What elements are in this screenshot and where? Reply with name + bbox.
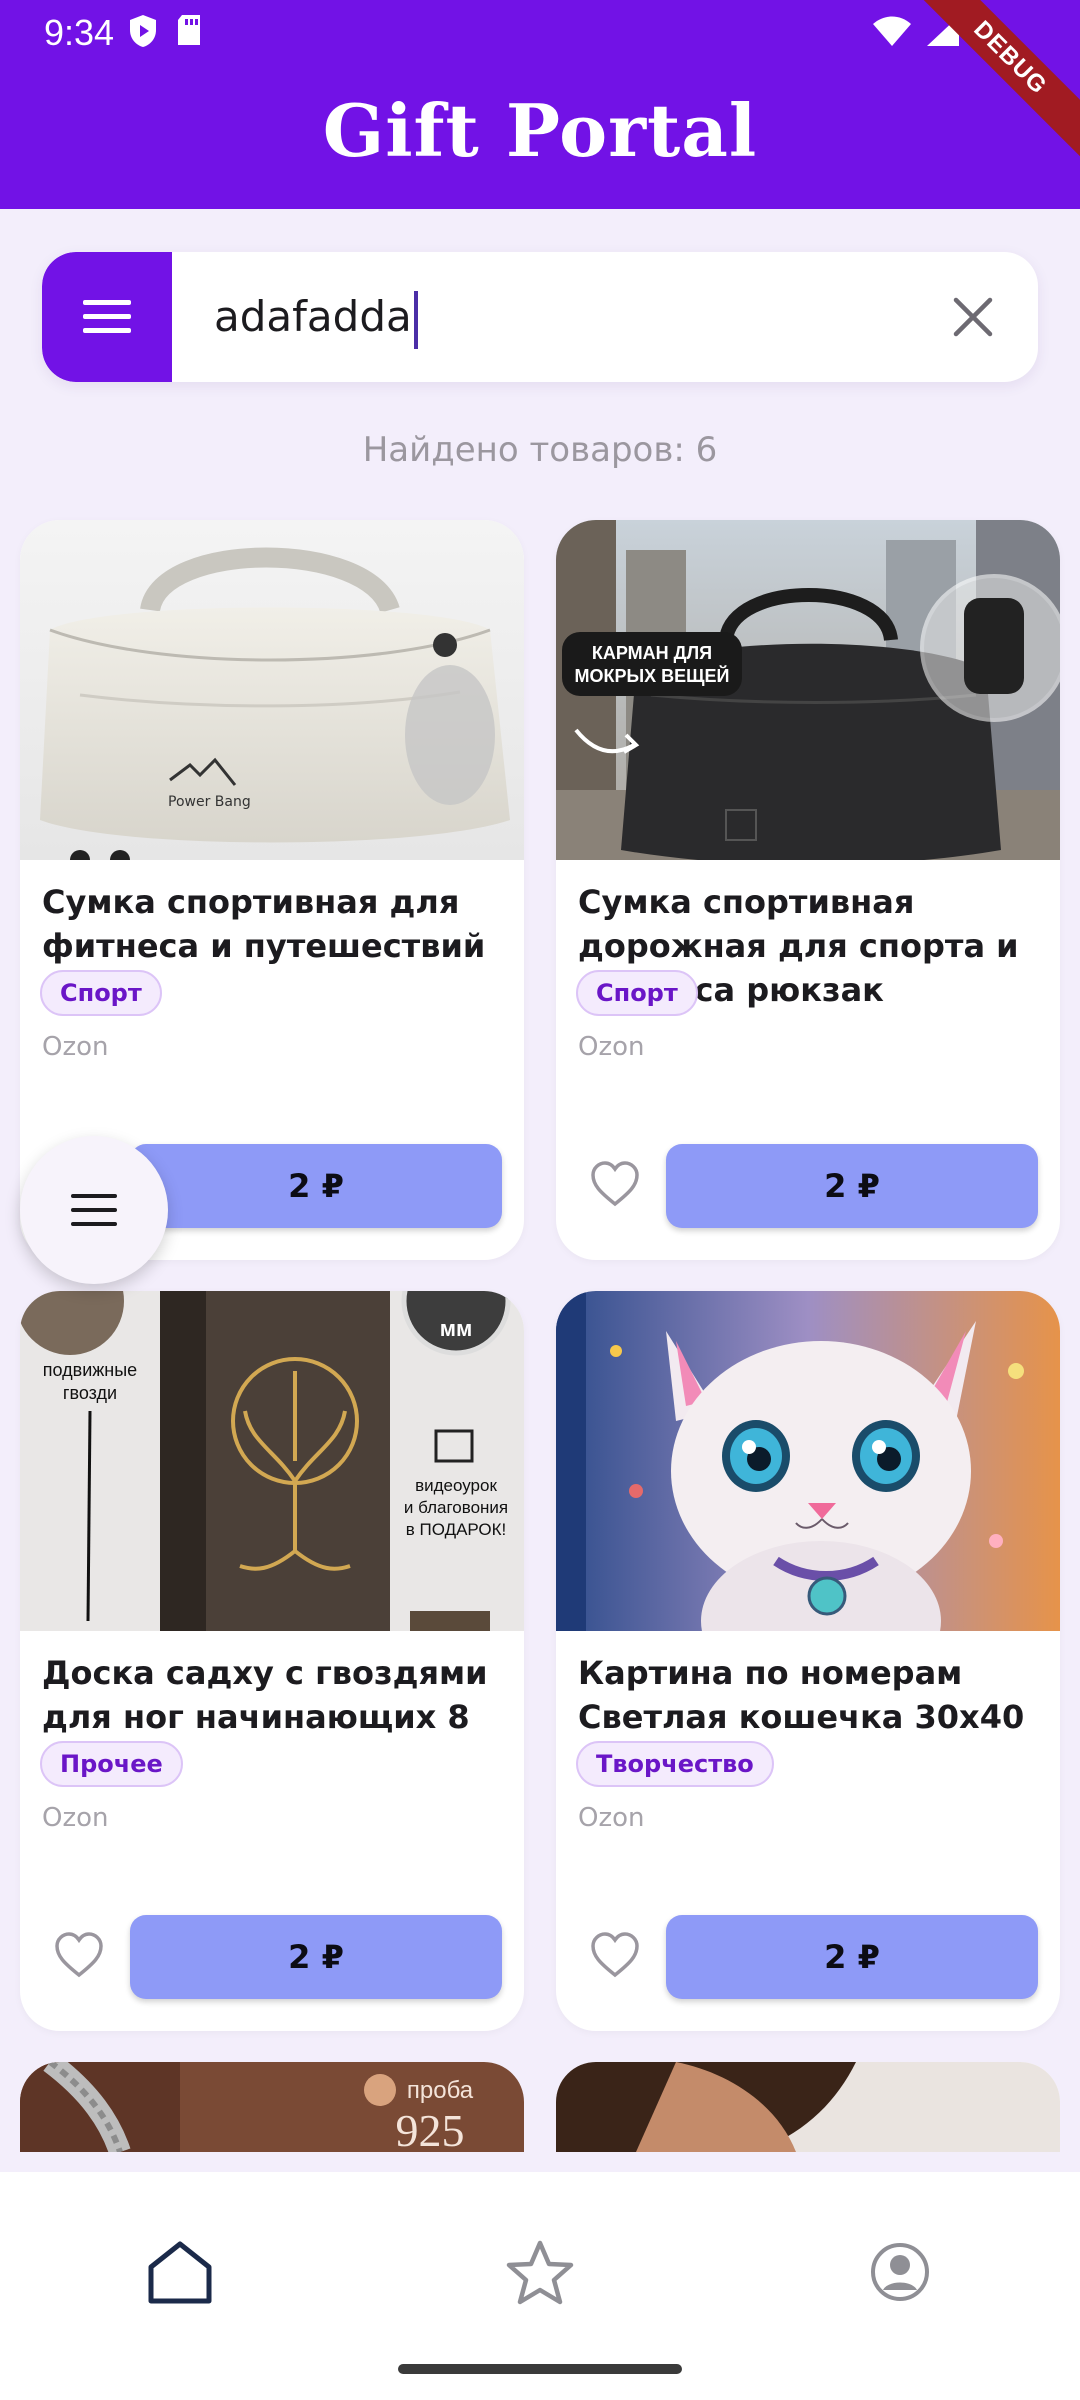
- heart-icon: [591, 1161, 639, 1207]
- product-card[interactable]: проба 925: [20, 2062, 524, 2152]
- product-card[interactable]: КАРМАН ДЛЯ МОКРЫХ ВЕЩЕЙ Сумка спортивная…: [556, 520, 1060, 1260]
- svg-text:проба: проба: [407, 2077, 474, 2104]
- clear-search-button[interactable]: [948, 292, 998, 342]
- shop-name: Ozon: [578, 1032, 645, 1062]
- svg-text:гвозди: гвозди: [63, 1383, 117, 1403]
- app-bar: 9:34 Gift Portal DEBUG: [0, 0, 1080, 209]
- category-tag: Прочее: [40, 1741, 183, 1787]
- product-image-white-sports-bag[interactable]: Power Bang: [20, 520, 524, 860]
- product-image-silver-bracelet[interactable]: проба 925: [20, 2062, 524, 2152]
- gesture-bar: [398, 2364, 682, 2374]
- shield-play-icon: [130, 15, 156, 47]
- sd-card-icon: [178, 15, 200, 45]
- menu-icon: [83, 300, 131, 333]
- shop-name: Ozon: [578, 1803, 645, 1833]
- favorite-button[interactable]: [590, 1160, 640, 1210]
- price-button[interactable]: 2 ₽: [666, 1915, 1038, 1999]
- product-image-black-travel-bag[interactable]: КАРМАН ДЛЯ МОКРЫХ ВЕЩЕЙ: [556, 520, 1060, 860]
- svg-text:КАРМАН ДЛЯ: КАРМАН ДЛЯ: [592, 643, 712, 663]
- svg-text:мм: мм: [440, 1316, 473, 1341]
- brand-mark: Power Bang: [168, 794, 251, 810]
- product-title: Картина по номерам Светлая кошечка 30х40: [578, 1654, 1025, 1736]
- heart-icon: [591, 1932, 639, 1978]
- search-bar: adafadda: [42, 252, 1038, 382]
- search-input-value: adafadda: [214, 292, 412, 341]
- shop-name: Ozon: [42, 1803, 109, 1833]
- svg-text:925: 925: [396, 2105, 465, 2152]
- price-button[interactable]: 2 ₽: [130, 1915, 502, 1999]
- heart-icon: [55, 1932, 103, 1978]
- svg-text:подвижные: подвижные: [43, 1360, 137, 1380]
- svg-text:видеоурок: видеоурок: [415, 1476, 497, 1495]
- text-cursor: [413, 290, 418, 349]
- close-icon: [953, 297, 993, 337]
- nav-profile[interactable]: [860, 2232, 940, 2312]
- profile-icon: [871, 2243, 929, 2301]
- nav-home[interactable]: [140, 2232, 220, 2312]
- favorite-button[interactable]: [590, 1931, 640, 1981]
- product-image-earring-portrait[interactable]: [556, 2062, 1060, 2152]
- wifi-icon: [873, 16, 911, 46]
- category-tag: Творчество: [576, 1741, 774, 1787]
- product-image-kitten-painting[interactable]: [556, 1291, 1060, 1631]
- menu-icon: [71, 1194, 117, 1226]
- status-icons-left: [128, 14, 202, 48]
- category-tag: Спорт: [576, 970, 698, 1016]
- product-card[interactable]: подвижные гвозди мм видеоурок и благовон…: [20, 1291, 524, 2031]
- category-tag: Спорт: [40, 970, 162, 1016]
- star-icon: [506, 2240, 574, 2305]
- results-count: Найдено товаров: 6: [362, 430, 718, 470]
- product-image-sadhu-board[interactable]: подвижные гвозди мм видеоурок и благовон…: [20, 1291, 524, 1631]
- favorite-button[interactable]: [54, 1931, 104, 1981]
- price-button[interactable]: 2 ₽: [130, 1144, 502, 1228]
- product-card[interactable]: Картина по номерам Светлая кошечка 30х40…: [556, 1291, 1060, 2031]
- menu-button[interactable]: [42, 252, 172, 382]
- product-title: Сумка спортивная для фитнеса и путешеств…: [42, 883, 486, 965]
- shop-name: Ozon: [42, 1032, 109, 1062]
- home-icon: [148, 2241, 212, 2304]
- nav-favorites[interactable]: [500, 2232, 580, 2312]
- search-input[interactable]: adafadda: [214, 284, 914, 350]
- price-button[interactable]: 2 ₽: [666, 1144, 1038, 1228]
- app-title: Gift Portal: [322, 88, 758, 173]
- svg-text:МОКРЫХ ВЕЩЕЙ: МОКРЫХ ВЕЩЕЙ: [575, 665, 730, 686]
- status-time: 9:34: [44, 12, 115, 53]
- product-card[interactable]: [556, 2062, 1060, 2152]
- svg-text:в ПОДАРОК!: в ПОДАРОК!: [406, 1520, 507, 1539]
- floating-menu-button[interactable]: [20, 1136, 168, 1284]
- svg-text:и благовония: и благовония: [404, 1498, 508, 1517]
